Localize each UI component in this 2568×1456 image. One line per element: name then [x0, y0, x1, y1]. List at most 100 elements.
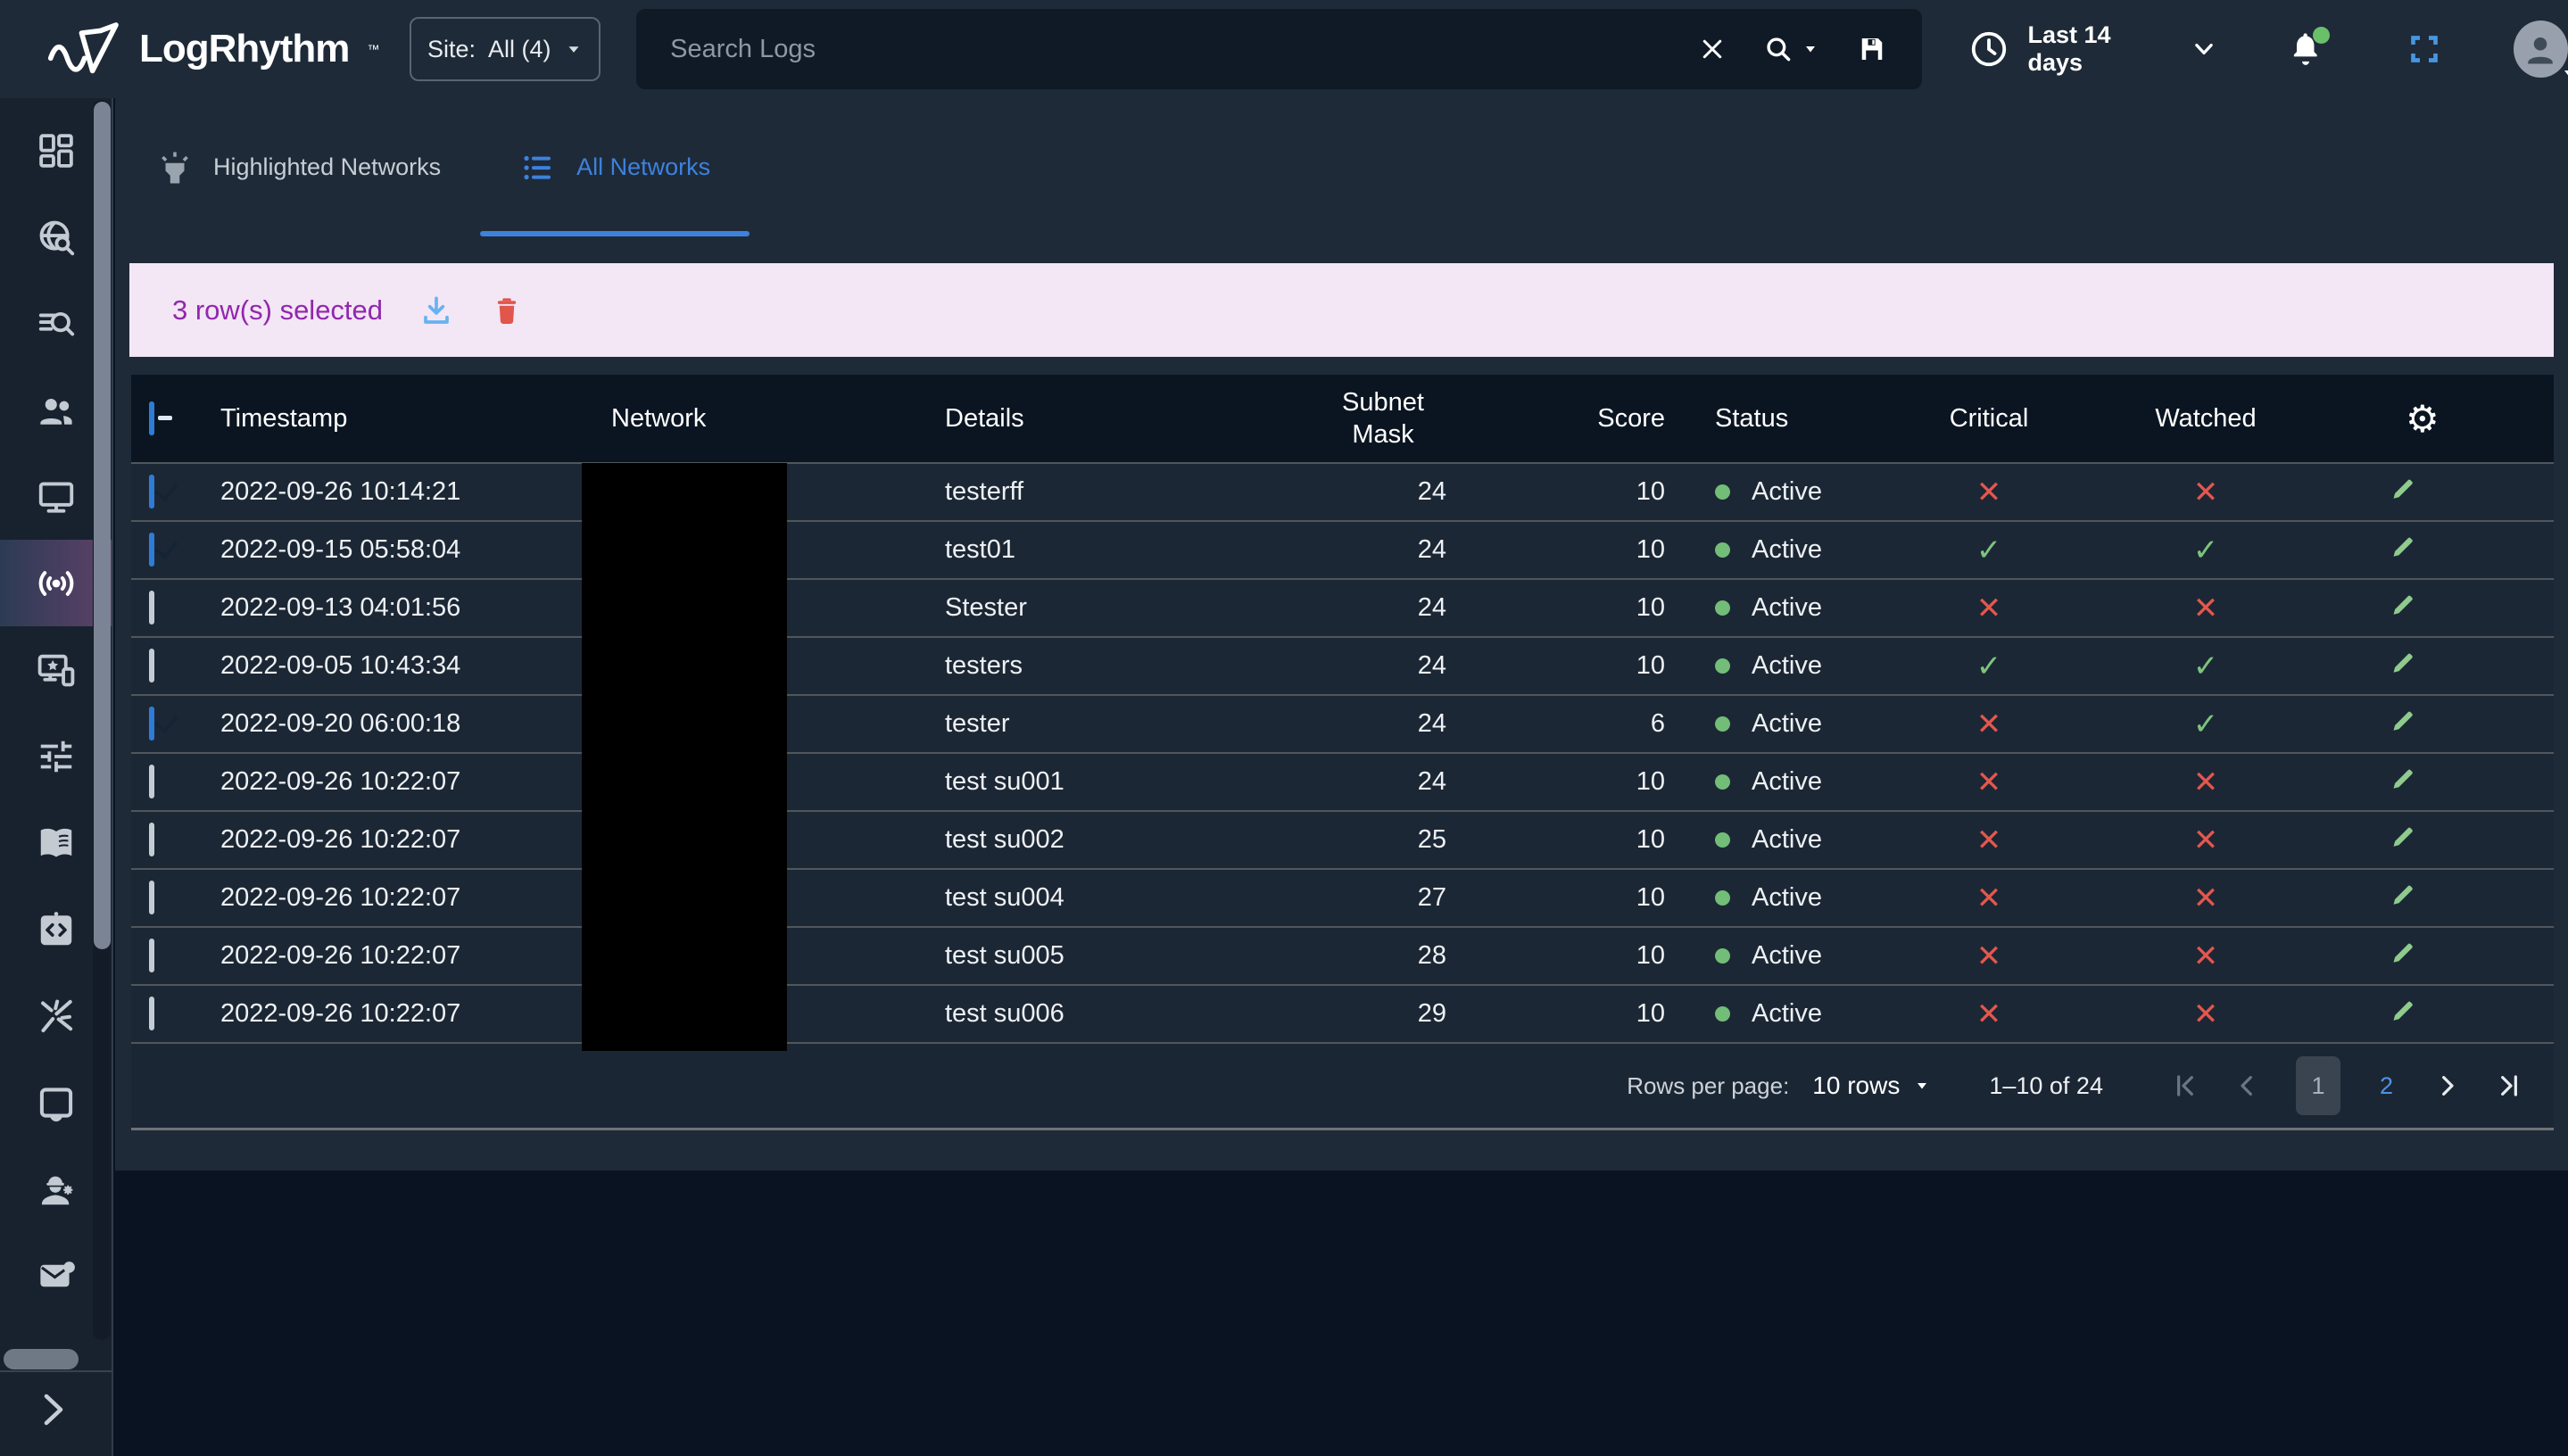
edit-pencil-icon[interactable] — [2388, 474, 2418, 504]
edit-pencil-icon[interactable] — [2388, 822, 2418, 852]
edit-pencil-icon[interactable] — [2388, 706, 2418, 736]
edit-pencil-icon[interactable] — [2388, 532, 2418, 562]
edit-pencil-icon[interactable] — [2388, 880, 2418, 910]
edit-pencil-icon[interactable] — [2388, 996, 2418, 1026]
edit-pencil-icon[interactable] — [2388, 938, 2418, 968]
avatar-caret-icon — [2563, 69, 2568, 79]
row-checkbox[interactable] — [149, 881, 154, 914]
row-checkbox[interactable] — [149, 591, 154, 625]
fullscreen-icon — [2406, 31, 2442, 67]
critical-mark: ✕ — [1976, 475, 2002, 510]
last-page-button[interactable] — [2495, 1071, 2523, 1100]
clear-search-icon[interactable] — [1699, 36, 1726, 62]
row-checkbox[interactable] — [149, 533, 154, 567]
details-cell: test su005 — [945, 941, 1320, 971]
chevron-right-icon — [30, 1388, 73, 1431]
column-header-watched: Watched — [2045, 404, 2366, 434]
log-search-icon — [36, 303, 77, 344]
status-cell: Active — [1665, 477, 1933, 507]
status-label: Active — [1752, 709, 1822, 739]
tab-all-networks[interactable]: All Networks — [480, 98, 750, 236]
status-label: Active — [1752, 883, 1822, 913]
status-label: Active — [1752, 593, 1822, 623]
watched-mark: ✓ — [2193, 649, 2219, 684]
previous-page-button[interactable] — [2233, 1071, 2262, 1100]
sidebar-expand-button[interactable] — [30, 1388, 73, 1431]
watched-mark: ✓ — [2193, 533, 2219, 568]
search-icon[interactable] — [1763, 34, 1793, 64]
save-search-icon[interactable] — [1856, 33, 1888, 65]
dashboard-icon — [36, 130, 77, 171]
top-bar: LogRhythm ™ Site: All (4) — [0, 0, 2568, 98]
pagination-nav: 1 2 — [2171, 1056, 2523, 1115]
notifications-button[interactable] — [2287, 30, 2324, 68]
rows-per-page-select[interactable]: 10 rows — [1812, 1071, 1930, 1100]
delete-icon[interactable] — [490, 294, 524, 327]
status-label: Active — [1752, 767, 1822, 797]
users-icon — [36, 390, 77, 431]
site-value: All (4) — [488, 36, 551, 63]
timestamp-cell: 2022-09-13 04:01:56 — [211, 593, 611, 623]
status-cell: Active — [1665, 883, 1933, 913]
table-row: 2022-09-26 10:22:07 test su006 29 10 Act… — [131, 984, 2554, 1042]
row-checkbox[interactable] — [149, 997, 154, 1030]
row-checkbox[interactable] — [149, 823, 154, 856]
branches-icon — [36, 996, 77, 1037]
status-dot — [1715, 1006, 1730, 1022]
sidebar-scrollbar-thumb[interactable] — [94, 102, 111, 949]
status-label: Active — [1752, 535, 1822, 565]
score-cell: 10 — [1446, 825, 1665, 855]
timestamp-cell: 2022-09-26 10:22:07 — [211, 825, 611, 855]
first-page-button[interactable] — [2171, 1071, 2199, 1100]
status-cell: Active — [1665, 941, 1933, 971]
edit-pencil-icon[interactable] — [2388, 590, 2418, 620]
timestamp-cell: 2022-09-15 05:58:04 — [211, 535, 611, 565]
table-row: 2022-09-13 04:01:56 Stester 24 10 Active… — [131, 578, 2554, 636]
row-checkbox[interactable] — [149, 707, 154, 740]
status-label: Active — [1752, 651, 1822, 681]
status-label: Active — [1752, 999, 1822, 1029]
table-body: 2022-09-26 10:14:21 testerff 24 10 Activ… — [131, 462, 2554, 1042]
row-checkbox[interactable] — [149, 475, 154, 509]
tab-highlighted-networks[interactable]: Highlighted Networks — [115, 98, 480, 236]
table-row: 2022-09-26 10:22:07 test su002 25 10 Act… — [131, 810, 2554, 868]
critical-mark: ✓ — [1976, 649, 2002, 684]
column-header-timestamp: Timestamp — [211, 404, 611, 434]
site-caret-icon — [564, 39, 584, 59]
score-cell: 10 — [1446, 767, 1665, 797]
fullscreen-button[interactable] — [2406, 31, 2442, 67]
mail-badge-icon — [36, 1255, 77, 1296]
time-range-selector[interactable]: Last 14 days — [1968, 21, 2217, 77]
chevron-down-icon — [2191, 36, 2217, 62]
row-checkbox[interactable] — [149, 649, 154, 682]
engineer-icon — [36, 1169, 77, 1210]
search-submit-group[interactable] — [1763, 34, 1818, 64]
site-label: Site: — [427, 36, 476, 63]
status-dot — [1715, 542, 1730, 558]
critical-mark: ✕ — [1976, 997, 2002, 1032]
status-cell: Active — [1665, 709, 1933, 739]
user-avatar[interactable] — [2514, 21, 2568, 78]
logrhythm-logo-icon — [45, 17, 123, 81]
page-button-1[interactable]: 1 — [2296, 1056, 2340, 1115]
column-settings-gear-icon[interactable]: ⚙ — [2388, 397, 2440, 441]
page-button-2[interactable]: 2 — [2374, 1072, 2398, 1100]
search-caret-icon[interactable] — [1802, 41, 1818, 57]
download-icon[interactable] — [418, 293, 454, 328]
edit-pencil-icon[interactable] — [2388, 764, 2418, 794]
details-cell: Stester — [945, 593, 1320, 623]
subnet-cell: 24 — [1320, 767, 1446, 797]
timestamp-cell: 2022-09-26 10:22:07 — [211, 999, 611, 1029]
search-bar[interactable] — [636, 9, 1922, 89]
search-input[interactable] — [670, 35, 1699, 64]
next-page-button[interactable] — [2432, 1071, 2461, 1100]
site-selector[interactable]: Site: All (4) — [410, 17, 601, 81]
status-dot — [1715, 600, 1730, 616]
rows-per-page-label: Rows per page: — [1627, 1072, 1789, 1100]
details-cell: test su006 — [945, 999, 1320, 1029]
select-all-checkbox[interactable] — [149, 401, 154, 435]
edit-pencil-icon[interactable] — [2388, 648, 2418, 678]
critical-mark: ✕ — [1976, 765, 2002, 800]
row-checkbox[interactable] — [149, 765, 154, 798]
row-checkbox[interactable] — [149, 939, 154, 972]
